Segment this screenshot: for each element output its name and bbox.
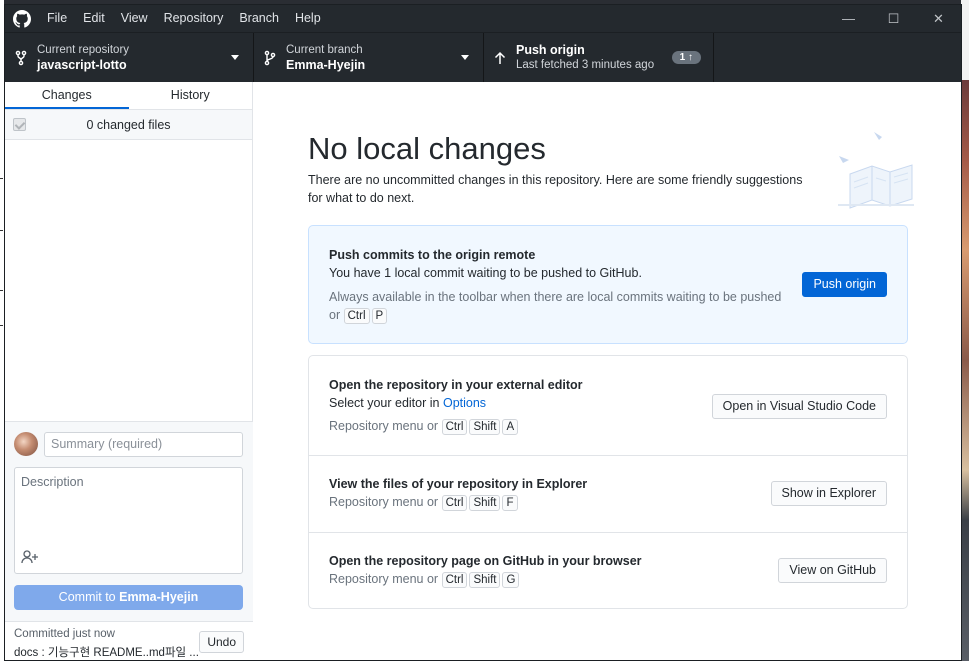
editor-hint-text: Repository menu or	[329, 419, 439, 433]
push-card-heading: Push commits to the origin remote	[329, 248, 536, 262]
kbd-a: A	[502, 419, 519, 435]
current-repository-dropdown[interactable]: Current repository javascript-lotto	[5, 33, 254, 82]
menu-repository[interactable]: Repository	[156, 5, 232, 32]
push-origin-cta-button[interactable]: Push origin	[802, 272, 887, 297]
explorer-hint-text: Repository menu or	[329, 495, 439, 509]
push-origin-label: Push origin	[516, 42, 585, 57]
menu-file[interactable]: File	[39, 5, 75, 32]
kbd-shift: Shift	[469, 419, 501, 435]
minimize-button[interactable]: —	[826, 5, 871, 32]
view-on-github-button[interactable]: View on GitHub	[778, 558, 887, 583]
menu-view[interactable]: View	[113, 5, 156, 32]
summary-input[interactable]: Summary (required)	[44, 432, 243, 457]
last-commit-message: docs : 기능구현 README..md파일 ...	[14, 647, 199, 659]
github-logo-icon	[5, 9, 39, 28]
commits-ahead-badge: 1 ↑	[671, 51, 701, 64]
divider	[309, 532, 907, 533]
push-card-hint: Always available in the toolbar when the…	[329, 288, 794, 324]
commit-button[interactable]: Commit to Emma-Hyejin	[14, 585, 243, 610]
last-fetched-text: Last fetched 3 minutes ago	[516, 58, 655, 71]
close-button[interactable]: ✕	[916, 5, 961, 32]
current-branch-name: Emma-Hyejin	[286, 57, 366, 72]
github-heading: Open the repository page on GitHub in yo…	[329, 554, 642, 568]
empty-state-illustration	[838, 132, 914, 209]
commit-button-branch: Emma-Hyejin	[119, 590, 199, 604]
last-commit-time: Committed just now	[14, 628, 115, 640]
caret-down-icon	[231, 55, 239, 60]
editor-heading: Open the repository in your external edi…	[329, 378, 583, 392]
branch-icon	[254, 50, 286, 66]
kbd-ctrl: Ctrl	[441, 572, 468, 588]
changed-files-header: 0 changed files	[5, 110, 252, 140]
page-subtitle: There are no uncommitted changes in this…	[308, 173, 803, 205]
desktop-background-right	[961, 0, 969, 669]
title-bar: File Edit View Repository Branch Help — …	[5, 5, 961, 32]
push-suggestion-card: Push commits to the origin remote You ha…	[308, 225, 908, 344]
tab-history[interactable]: History	[129, 82, 253, 109]
co-author-icon[interactable]	[21, 550, 39, 567]
last-commit-undo: Committed just now docs : 기능구현 README..m…	[5, 621, 253, 660]
kbd-shift: Shift	[469, 572, 501, 588]
sidebar-tabs: Changes History	[5, 82, 252, 110]
kbd-g: G	[502, 572, 520, 588]
editor-subtext: Select your editor in Options	[329, 396, 486, 410]
avatar	[14, 432, 38, 456]
maximize-button[interactable]: ☐	[871, 5, 916, 32]
editor-hint: Repository menu or Ctrl Shift A	[329, 417, 520, 435]
divider	[309, 455, 907, 456]
github-hint: Repository menu or Ctrl Shift G	[329, 570, 521, 588]
suggestions-list: Open the repository in your external edi…	[308, 355, 908, 609]
push-origin-button[interactable]: Push origin Last fetched 3 minutes ago 1…	[484, 33, 714, 82]
github-hint-text: Repository menu or	[329, 572, 439, 586]
changed-files-count: 0 changed files	[86, 117, 171, 132]
window-controls: — ☐ ✕	[826, 5, 961, 32]
description-input[interactable]: Description	[14, 467, 243, 574]
current-repository-label: Current repository	[37, 43, 130, 56]
commit-message-area: Summary (required) Description Commit to…	[5, 421, 253, 621]
undo-button[interactable]: Undo	[199, 631, 244, 653]
kbd-f: F	[502, 495, 518, 511]
menu-bar: File Edit View Repository Branch Help	[39, 5, 329, 32]
desktop-background-bottom	[0, 661, 969, 669]
description-placeholder: Description	[21, 475, 84, 489]
options-link[interactable]: Options	[443, 396, 486, 410]
current-branch-dropdown[interactable]: Current branch Emma-Hyejin	[254, 33, 484, 82]
menu-help[interactable]: Help	[287, 5, 329, 32]
current-branch-label: Current branch	[286, 43, 363, 56]
explorer-hint: Repository menu or Ctrl Shift F	[329, 493, 520, 511]
kbd-ctrl: Ctrl	[441, 495, 468, 511]
kbd-p: P	[371, 308, 388, 324]
menu-branch[interactable]: Branch	[231, 5, 287, 32]
caret-down-icon	[461, 55, 469, 60]
commit-button-prefix: Commit to	[58, 590, 116, 604]
github-desktop-window: File Edit View Repository Branch Help — …	[4, 4, 962, 661]
push-card-hint-text: Always available in the toolbar when the…	[329, 290, 782, 322]
editor-subtext-prefix: Select your editor in	[329, 396, 440, 410]
toolbar: Current repository javascript-lotto Curr…	[5, 32, 961, 82]
open-in-vscode-button[interactable]: Open in Visual Studio Code	[711, 394, 887, 419]
kbd-shift: Shift	[469, 495, 501, 511]
repo-icon	[5, 50, 37, 66]
kbd-ctrl: Ctrl	[343, 308, 370, 324]
tab-changes[interactable]: Changes	[5, 82, 129, 109]
menu-edit[interactable]: Edit	[75, 5, 113, 32]
kbd-ctrl: Ctrl	[441, 419, 468, 435]
current-repository-name: javascript-lotto	[37, 57, 127, 72]
arrow-up-icon	[484, 51, 516, 65]
page-title: No local changes	[308, 131, 546, 166]
show-in-explorer-button[interactable]: Show in Explorer	[770, 481, 887, 506]
select-all-checkbox[interactable]	[13, 118, 26, 131]
sidebar: Changes History 0 changed files Summary …	[5, 82, 253, 660]
main-panel: No local changes There are no uncommitte…	[254, 82, 961, 660]
explorer-heading: View the files of your repository in Exp…	[329, 477, 588, 491]
push-card-subtext: You have 1 local commit waiting to be pu…	[329, 266, 642, 280]
